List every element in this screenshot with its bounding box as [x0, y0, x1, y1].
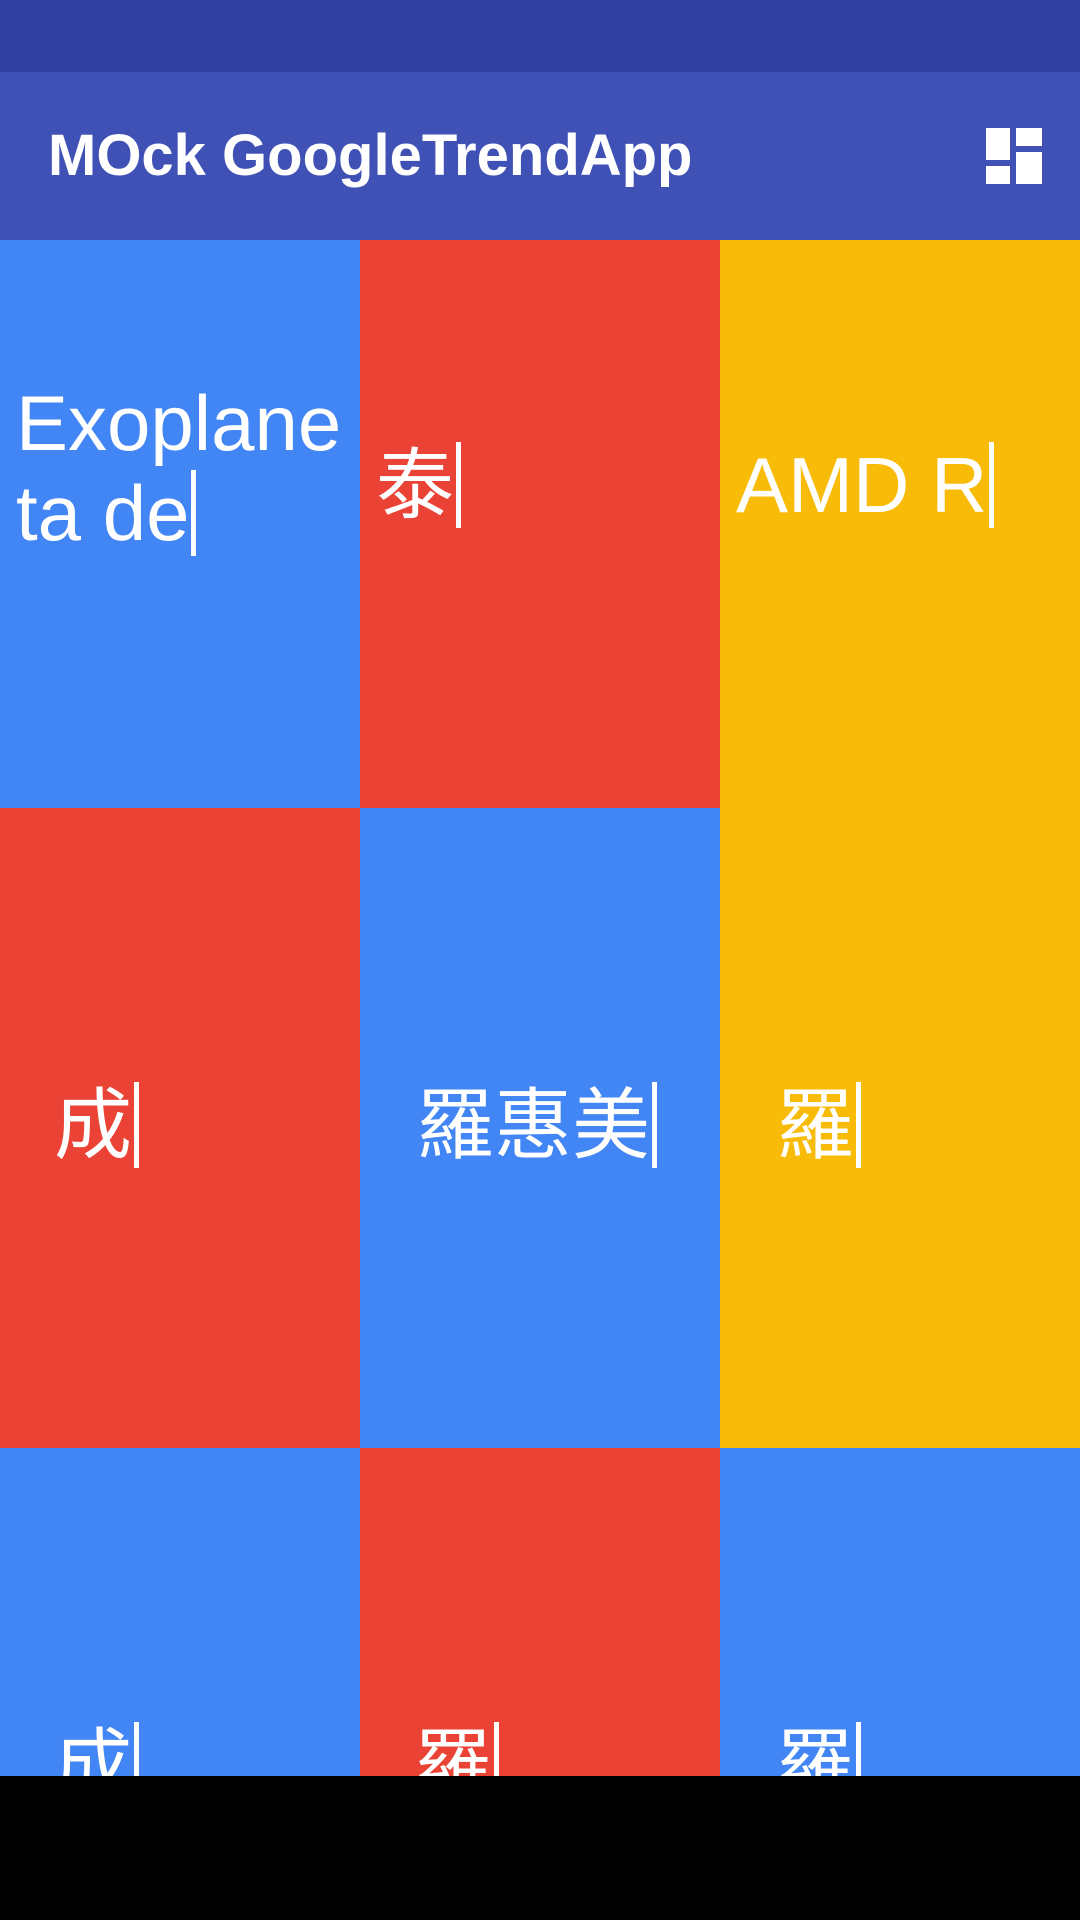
text-cursor [856, 1722, 862, 1776]
app-bar: MOck GoogleTrendApp [0, 72, 1080, 240]
trend-tile-text: AMD R [736, 441, 988, 529]
app-screen: MOck GoogleTrendApp Exoplaneta de 泰 AMD … [0, 0, 1080, 1920]
trend-tile[interactable]: AMD R 羅 [720, 240, 1080, 1448]
trend-tile-text: 羅 [414, 1721, 493, 1776]
trend-tile[interactable]: 成 [0, 808, 360, 1448]
text-cursor [494, 1722, 500, 1776]
text-cursor [456, 442, 462, 528]
trend-tile-text: 泰 [376, 441, 455, 529]
trend-tile-text: 羅惠美 [416, 1081, 651, 1169]
trend-tile-text: 成 [54, 1721, 133, 1776]
layout-toggle-button[interactable] [984, 126, 1044, 186]
trend-grid: Exoplaneta de 泰 AMD R 羅 成 羅惠美 成 羅 羅 [0, 240, 1080, 1776]
navigation-bar [0, 1776, 1080, 1920]
status-bar [0, 0, 1080, 72]
trend-tile[interactable]: 羅 [360, 1448, 720, 1776]
text-cursor [134, 1722, 140, 1776]
text-cursor [989, 442, 995, 528]
trend-tile-text: Exoplaneta de [16, 379, 342, 557]
trend-tile[interactable]: 羅惠美 [360, 808, 720, 1448]
text-cursor [652, 1082, 658, 1168]
text-cursor [191, 470, 197, 556]
trend-tile[interactable]: 成 [0, 1448, 360, 1776]
trend-tile[interactable]: Exoplaneta de [0, 240, 360, 808]
trend-tile[interactable]: 羅 [720, 1448, 1080, 1776]
trend-tile[interactable]: 泰 [360, 240, 720, 808]
trend-tile-text: 羅 [776, 1721, 855, 1776]
app-title: MOck GoogleTrendApp [48, 123, 693, 188]
trend-tile-text: 成 [54, 1081, 133, 1169]
trend-tile-text: 羅 [776, 1081, 855, 1169]
text-cursor [134, 1082, 140, 1168]
text-cursor [856, 1082, 862, 1168]
dashboard-layout-icon [986, 128, 1042, 184]
